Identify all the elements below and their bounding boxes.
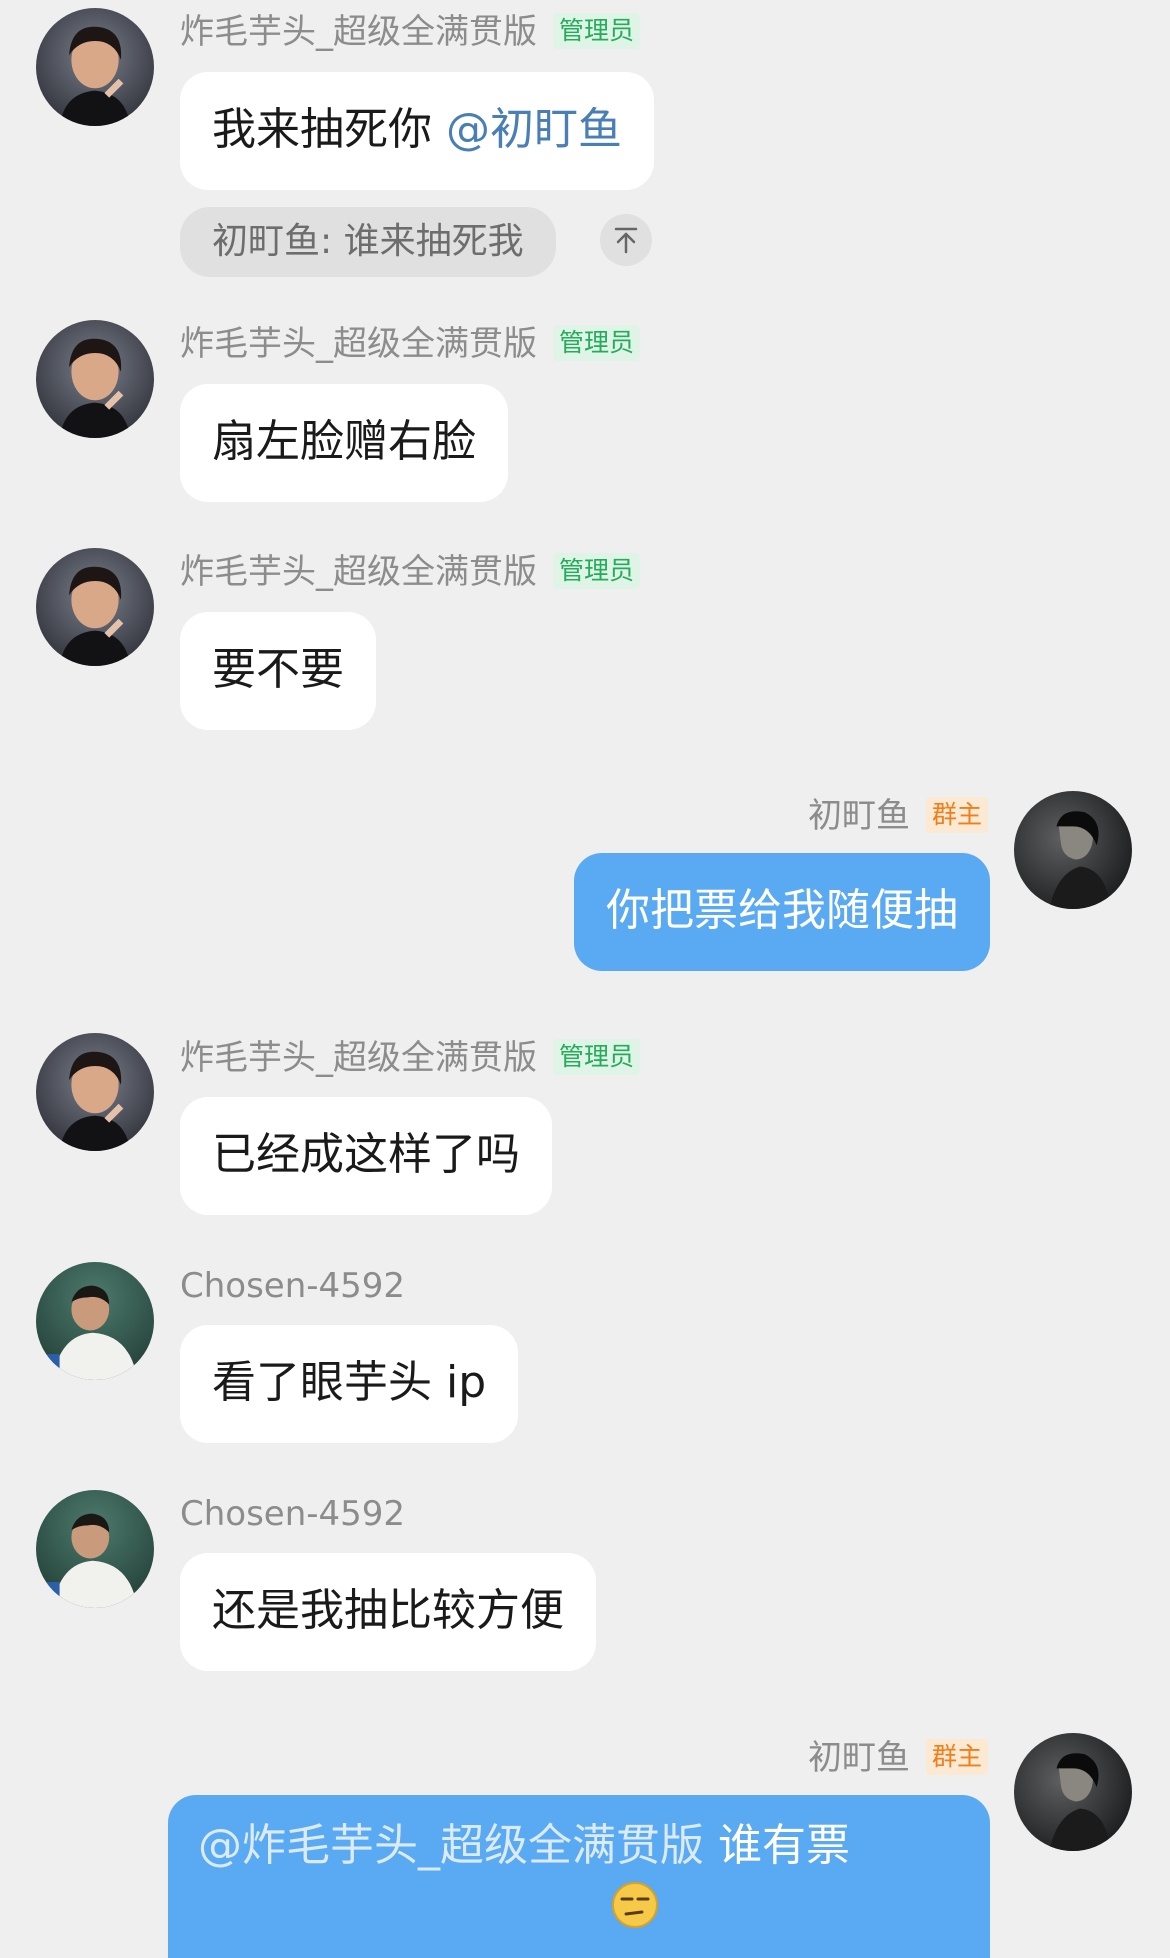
unamused-face-emoji — [612, 1882, 658, 1928]
sender-name-text: 炸毛芋头_超级全满贯版 — [180, 12, 537, 52]
avatar-owner[interactable] — [1014, 791, 1132, 909]
message-bubble[interactable]: 还是我抽比较方便 — [180, 1553, 596, 1671]
sender-name: 炸毛芋头_超级全满贯版 管理员 — [180, 552, 641, 592]
owner-badge: 群主 — [925, 1739, 988, 1775]
message-text: 谁有票 — [704, 1820, 850, 1871]
avatar-chosen[interactable] — [36, 1262, 154, 1380]
message-bubble[interactable]: 已经成这样了吗 — [180, 1097, 552, 1215]
reply-quote[interactable]: 初町鱼: 谁来抽死我 — [180, 207, 556, 277]
message-bubble-self[interactable]: 你把票给我随便抽 — [574, 853, 990, 971]
message-text: 你把票给我随便抽 — [606, 885, 958, 936]
avatar-chosen[interactable] — [36, 1490, 154, 1608]
avatar-admin[interactable] — [36, 8, 154, 126]
sender-name-text: Chosen-4592 — [180, 1266, 406, 1306]
admin-badge: 管理员 — [553, 325, 641, 361]
avatar-admin[interactable] — [36, 548, 154, 666]
sender-name-text: 初町鱼 — [807, 796, 910, 836]
avatar-admin[interactable] — [36, 320, 154, 438]
message-bubble[interactable]: 扇左脸赠右脸 — [180, 384, 508, 502]
message-bubble[interactable]: 我来抽死你 @初盯鱼 — [180, 72, 654, 190]
owner-badge: 群主 — [925, 797, 988, 833]
message-bubble-self[interactable]: @炸毛芋头_超级全满贯版 谁有票 — [168, 1795, 990, 1958]
sender-name-text: Chosen-4592 — [180, 1494, 406, 1534]
sender-name-text: 炸毛芋头_超级全满贯版 — [180, 324, 537, 364]
avatar-admin[interactable] — [36, 1033, 154, 1151]
sender-name: 炸毛芋头_超级全满贯版 管理员 — [180, 1038, 641, 1078]
jump-to-original-button[interactable] — [600, 214, 652, 266]
message-text: 我来抽死你 — [212, 104, 432, 155]
arrow-up-icon — [614, 227, 638, 254]
chat-window: 炸毛芋头_超级全满贯版 管理员 我来抽死你 @初盯鱼 初町鱼: 谁来抽死我 炸毛芋… — [0, 0, 1170, 1958]
mention-link[interactable]: @初盯鱼 — [446, 104, 622, 155]
sender-name-text: 初町鱼 — [807, 1738, 910, 1778]
message-bubble[interactable]: 看了眼芋头 ip — [180, 1325, 519, 1443]
sender-name: 炸毛芋头_超级全满贯版 管理员 — [180, 12, 641, 52]
sender-name: 初町鱼 群主 — [808, 1738, 988, 1778]
message-text: 扇左脸赠右脸 — [212, 416, 476, 467]
message-text: 还是我抽比较方便 — [212, 1585, 564, 1636]
message-bubble[interactable]: 要不要 — [180, 612, 376, 730]
mention-link[interactable]: @炸毛芋头_超级全满贯版 — [198, 1820, 704, 1871]
message-text: 已经成这样了吗 — [212, 1129, 520, 1180]
sender-name: Chosen-4592 — [180, 1494, 405, 1534]
admin-badge: 管理员 — [553, 13, 641, 49]
sender-name: 初町鱼 群主 — [808, 796, 988, 836]
admin-badge: 管理员 — [553, 553, 641, 589]
avatar-owner[interactable] — [1014, 1733, 1132, 1851]
sender-name: Chosen-4592 — [180, 1266, 405, 1306]
message-text: 要不要 — [212, 644, 344, 695]
message-text: 看了眼芋头 ip — [212, 1357, 487, 1408]
admin-badge: 管理员 — [553, 1039, 641, 1075]
sender-name-text: 炸毛芋头_超级全满贯版 — [180, 1038, 537, 1078]
sender-name: 炸毛芋头_超级全满贯版 管理员 — [180, 324, 641, 364]
sender-name-text: 炸毛芋头_超级全满贯版 — [180, 552, 537, 592]
